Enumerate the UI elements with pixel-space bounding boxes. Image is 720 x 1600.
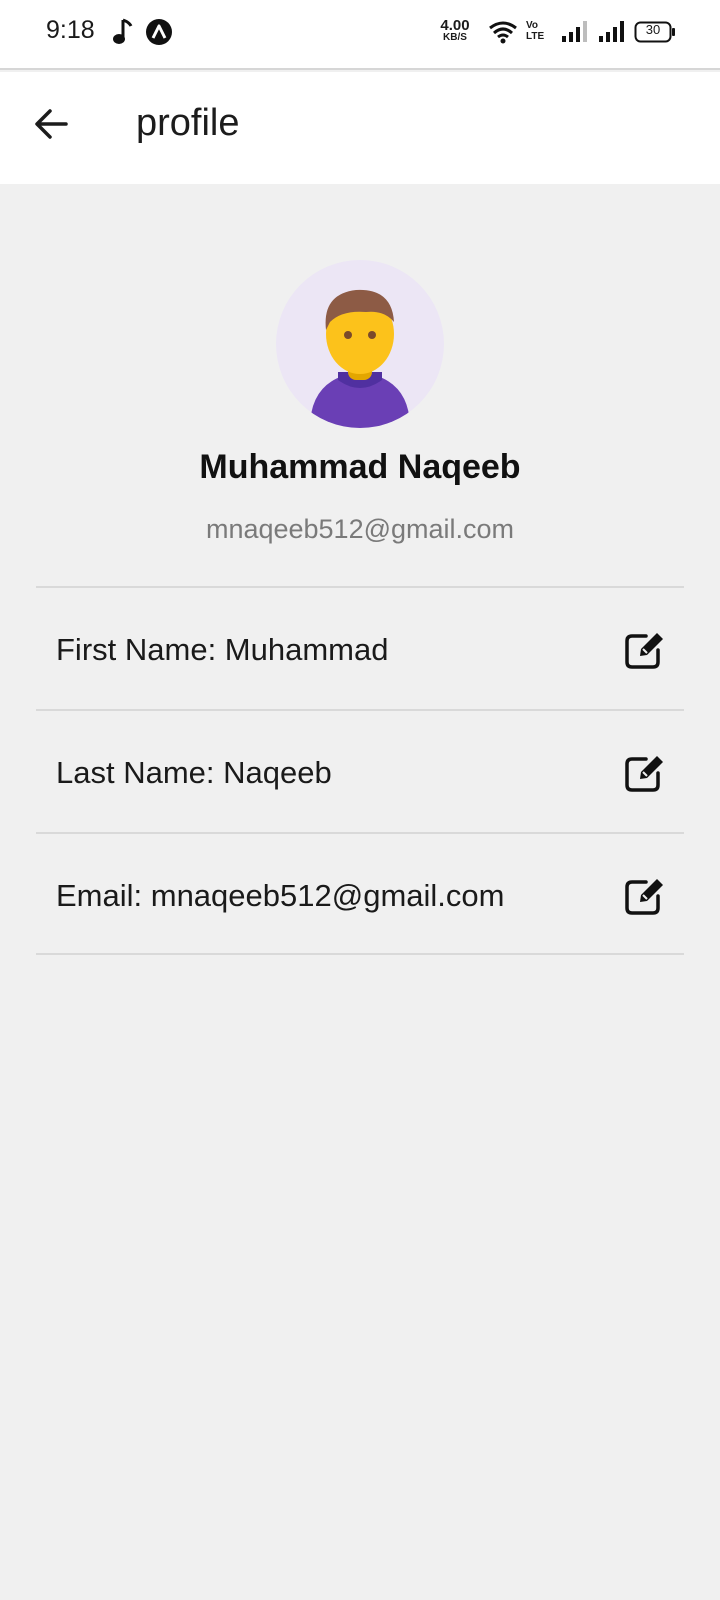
edit-email-button[interactable] [620,872,668,920]
status-bar: 9:18 4.00 KB/S Vo LTE 30 [0,0,720,70]
edit-icon [625,879,663,915]
a-notification-icon [146,19,172,45]
signal-icon [562,21,587,42]
profile-fields-list: First Name: Muhammad Last Name: Naqeeb E… [36,586,684,955]
profile-email: mnaqeeb512@gmail.com [205,514,515,544]
field-text: First Name: Muhammad [56,632,389,667]
edit-last-name-button[interactable] [620,749,668,797]
battery-level: 30 [645,22,661,37]
edit-icon [625,756,663,792]
list-item-first-name: First Name: Muhammad [36,586,684,709]
list-item-last-name: Last Name: Naqeeb [36,709,684,832]
back-button[interactable] [24,96,80,152]
field-text: Last Name: Naqeeb [56,755,332,790]
person-avatar-icon [310,289,410,428]
network-speed: 4.00 KB/S [440,17,470,43]
list-item-email: Email: mnaqeeb512@gmail.com [36,832,684,955]
signal-icon [599,21,624,42]
edit-first-name-button[interactable] [620,626,668,674]
edit-icon [625,633,663,669]
page-title: profile [136,102,240,144]
volte-icon: Vo LTE [526,20,545,42]
music-note-icon [113,18,133,44]
wifi-icon [489,21,517,44]
app-bar: profile [0,72,720,184]
status-time: 9:18 [46,16,95,44]
profile-name: Muhammad Naqeeb [199,448,521,486]
profile-avatar [276,260,444,428]
arrow-left-icon [35,109,68,139]
field-text: Email: mnaqeeb512@gmail.com [56,878,505,913]
